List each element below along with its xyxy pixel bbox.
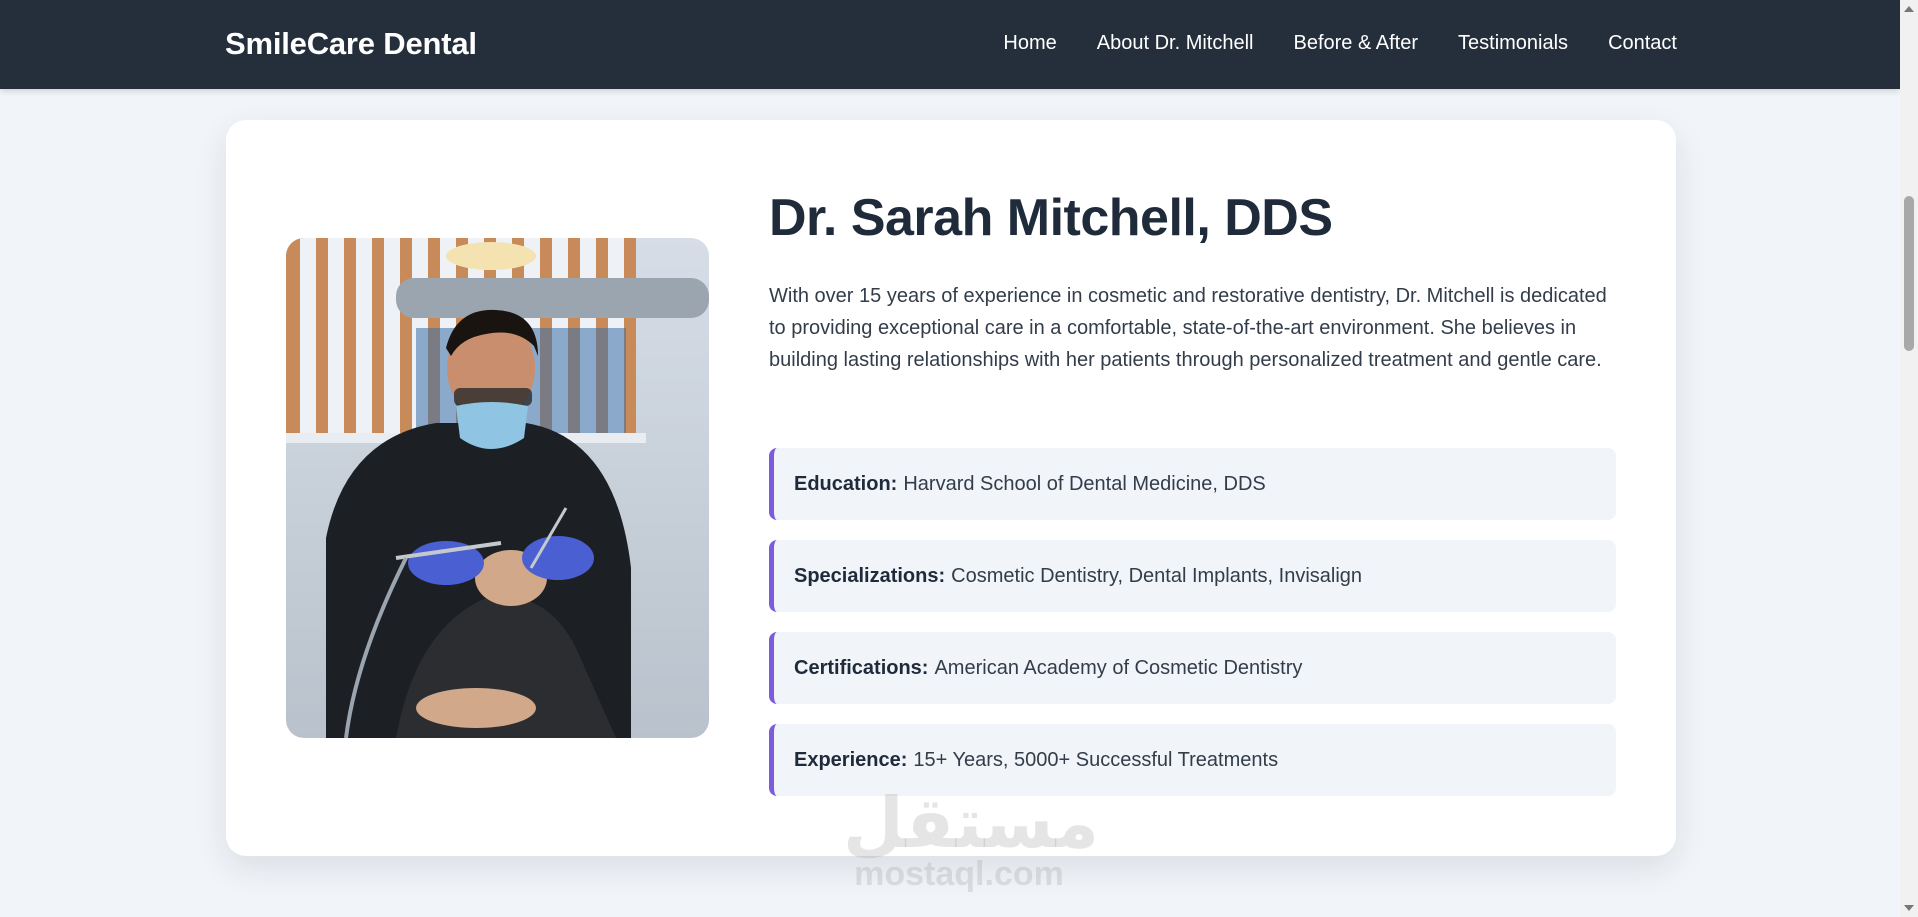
watermark-latin-text: mostaql.com (854, 855, 1064, 893)
scroll-up-arrow-icon[interactable] (1904, 6, 1914, 12)
credential-experience: Experience: 15+ Years, 5000+ Successful … (769, 724, 1616, 796)
scroll-down-arrow-icon[interactable] (1904, 905, 1914, 911)
credential-label: Specializations: (794, 564, 946, 587)
credential-value: Cosmetic Dentistry, Dental Implants, Inv… (951, 564, 1363, 587)
credential-value: American Academy of Cosmetic Dentistry (934, 656, 1303, 679)
doctor-name-heading: Dr. Sarah Mitchell, DDS (769, 189, 1333, 247)
dentist-photo-illustration (286, 238, 709, 738)
nav-link-contact[interactable]: Contact (1608, 32, 1677, 55)
scrollbar-thumb[interactable] (1904, 196, 1914, 351)
credential-certifications: Certifications: American Academy of Cosm… (769, 632, 1616, 704)
credential-value: 15+ Years, 5000+ Successful Treatments (913, 748, 1279, 771)
credential-label: Experience: (794, 748, 908, 771)
credential-education: Education: Harvard School of Dental Medi… (769, 448, 1616, 520)
credential-specializations: Specializations: Cosmetic Dentistry, Den… (769, 540, 1616, 612)
credentials-list: Education: Harvard School of Dental Medi… (769, 448, 1616, 816)
nav-link-home[interactable]: Home (1003, 32, 1056, 55)
nav-link-testimonials[interactable]: Testimonials (1458, 32, 1568, 55)
nav-link-about[interactable]: About Dr. Mitchell (1097, 32, 1254, 55)
doctor-bio: With over 15 years of experience in cosm… (769, 285, 1607, 371)
about-card: Dr. Sarah Mitchell, DDS With over 15 yea… (226, 120, 1676, 856)
credential-label: Certifications: (794, 656, 929, 679)
credential-label: Education: (794, 472, 898, 495)
dentist-photo (286, 238, 709, 738)
credential-value: Harvard School of Dental Medicine, DDS (903, 472, 1266, 495)
top-navbar: SmileCare Dental Home About Dr. Mitchell… (0, 0, 1900, 89)
brand-logo-text[interactable]: SmileCare Dental (225, 26, 477, 62)
nav-links: Home About Dr. Mitchell Before & After T… (1003, 32, 1677, 55)
page-scrollbar[interactable] (1900, 0, 1918, 917)
nav-link-before-after[interactable]: Before & After (1294, 32, 1419, 55)
